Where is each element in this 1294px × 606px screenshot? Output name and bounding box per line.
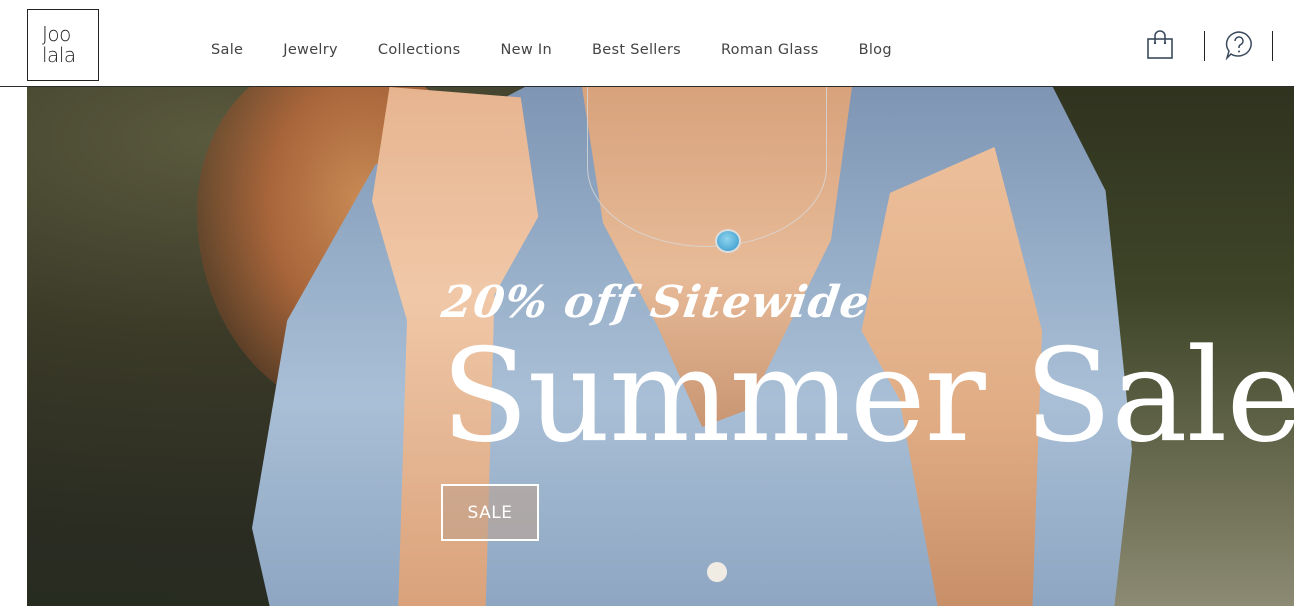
main-nav: Sale Jewelry Collections New In Best Sel… [196, 38, 932, 62]
hero-shirt-button [707, 562, 727, 582]
logo-line-1: Joo [42, 22, 71, 46]
nav-item-roman-glass[interactable]: Roman Glass [721, 42, 819, 58]
nav-item-blog[interactable]: Blog [859, 42, 892, 58]
nav-item-new-in[interactable]: New In [500, 42, 552, 58]
header-divider [1272, 31, 1273, 61]
sale-button[interactable]: SALE [441, 484, 539, 541]
logo-line-2: lala [42, 43, 76, 67]
nav-item-collections[interactable]: Collections [378, 42, 461, 58]
nav-item-sale[interactable]: Sale [211, 42, 243, 58]
hero-headline: Summer Sale [441, 322, 1294, 471]
nav-item-best-sellers[interactable]: Best Sellers [592, 42, 681, 58]
help-chat-icon[interactable] [1223, 30, 1255, 61]
hero-promo-text: 20% off Sitewide [438, 277, 873, 328]
hero-banner[interactable]: 20% off Sitewide Summer Sale SALE [27, 87, 1294, 606]
site-header: Joo lala Sale Jewelry Collections New In… [0, 0, 1294, 87]
hero-necklace-chain [587, 87, 827, 247]
nav-item-jewelry[interactable]: Jewelry [283, 42, 338, 58]
site-logo[interactable]: Joo lala [27, 9, 99, 81]
header-divider [1204, 31, 1205, 61]
shopping-bag-icon[interactable] [1146, 30, 1174, 60]
hero-pendant [715, 229, 741, 253]
